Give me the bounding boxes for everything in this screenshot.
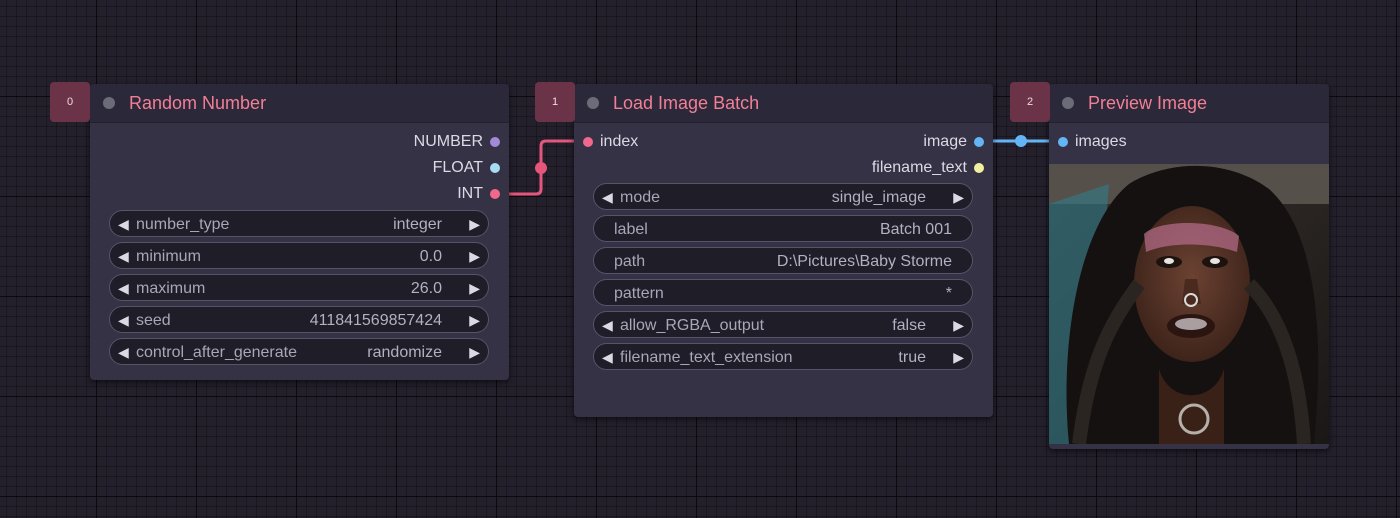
decrement-arrow-icon[interactable]: ◀ bbox=[118, 243, 129, 270]
widget-value: true bbox=[898, 349, 926, 366]
input-images[interactable]: images bbox=[1049, 130, 1127, 154]
node-id-badge: 1 bbox=[535, 82, 575, 122]
widget-value: * bbox=[945, 285, 952, 302]
input-label: images bbox=[1075, 133, 1127, 150]
output-image[interactable]: image bbox=[923, 130, 993, 154]
node-header[interactable]: Load Image Batch bbox=[574, 84, 993, 123]
node-title: Preview Image bbox=[1088, 93, 1208, 113]
decrement-arrow-icon[interactable]: ◀ bbox=[118, 211, 129, 238]
increment-arrow-icon[interactable]: ▶ bbox=[953, 184, 964, 211]
output-slot-icon[interactable] bbox=[490, 163, 500, 173]
collapse-dot-icon[interactable] bbox=[587, 97, 599, 109]
widget-label: minimum bbox=[136, 248, 201, 265]
increment-arrow-icon[interactable]: ▶ bbox=[469, 307, 480, 334]
widget-value: Batch 001 bbox=[879, 221, 952, 238]
widget-value: integer bbox=[393, 216, 442, 233]
collapse-dot-icon[interactable] bbox=[103, 97, 115, 109]
node-title: Random Number bbox=[129, 93, 267, 113]
link-image-midpoint[interactable] bbox=[1015, 135, 1027, 147]
output-label: image bbox=[923, 133, 967, 150]
decrement-arrow-icon[interactable]: ◀ bbox=[602, 312, 613, 339]
increment-arrow-icon[interactable]: ▶ bbox=[469, 243, 480, 270]
output-slot-icon[interactable] bbox=[974, 163, 984, 173]
output-float[interactable]: FLOAT bbox=[433, 156, 509, 180]
link-int-midpoint[interactable] bbox=[535, 162, 547, 174]
portrait-photo-icon bbox=[1049, 164, 1329, 444]
output-int[interactable]: INT bbox=[457, 182, 509, 206]
node-id-badge: 0 bbox=[50, 82, 90, 122]
output-label: FLOAT bbox=[432, 159, 483, 176]
widget-number-type[interactable]: ◀ number_type integer ▶ bbox=[109, 210, 489, 237]
widget-minimum[interactable]: ◀ minimum 0.0 ▶ bbox=[109, 242, 489, 269]
node-random-number[interactable]: Random Number 0 NUMBER FLOAT INT ◀ numbe… bbox=[50, 82, 509, 380]
widget-maximum[interactable]: ◀ maximum 26.0 ▶ bbox=[109, 274, 489, 301]
widget-value: D:\Pictures\Baby Storme bbox=[776, 253, 952, 270]
output-number[interactable]: NUMBER bbox=[414, 130, 509, 154]
output-slot-icon[interactable] bbox=[974, 137, 984, 147]
widget-label: allow_RGBA_output bbox=[620, 317, 765, 334]
widget-value: single_image bbox=[831, 189, 926, 206]
increment-arrow-icon[interactable]: ▶ bbox=[469, 211, 480, 238]
widget-label: path bbox=[614, 253, 646, 270]
increment-arrow-icon[interactable]: ▶ bbox=[469, 339, 480, 366]
widget-value: 0.0 bbox=[419, 248, 442, 265]
input-slot-icon[interactable] bbox=[583, 137, 593, 147]
link-int-to-index[interactable] bbox=[496, 139, 586, 196]
widget-label: mode bbox=[620, 189, 661, 206]
decrement-arrow-icon[interactable]: ◀ bbox=[118, 275, 129, 302]
decrement-arrow-icon[interactable]: ◀ bbox=[118, 339, 129, 366]
node-id-badge: 2 bbox=[1010, 82, 1050, 122]
increment-arrow-icon[interactable]: ▶ bbox=[469, 275, 480, 302]
increment-arrow-icon[interactable]: ▶ bbox=[953, 312, 964, 339]
widget-label: filename_text_extension bbox=[620, 349, 793, 366]
widget-pattern[interactable]: pattern * bbox=[593, 279, 973, 306]
preview-image[interactable] bbox=[1049, 164, 1329, 444]
input-label: index bbox=[600, 133, 639, 150]
input-index[interactable]: index bbox=[574, 130, 638, 154]
widget-allow-rgba-output[interactable]: ◀ allow_RGBA_output false ▶ bbox=[593, 311, 973, 338]
decrement-arrow-icon[interactable]: ◀ bbox=[118, 307, 129, 334]
output-label: filename_text bbox=[871, 159, 967, 176]
decrement-arrow-icon[interactable]: ◀ bbox=[602, 344, 613, 371]
widget-label-field[interactable]: label Batch 001 bbox=[593, 215, 973, 242]
increment-arrow-icon[interactable]: ▶ bbox=[953, 344, 964, 371]
widget-filename-text-extension[interactable]: ◀ filename_text_extension true ▶ bbox=[593, 343, 973, 370]
widget-label: number_type bbox=[136, 216, 230, 233]
widget-label: maximum bbox=[136, 280, 206, 297]
input-slot-icon[interactable] bbox=[1058, 137, 1068, 147]
node-title: Load Image Batch bbox=[613, 93, 760, 113]
output-slot-icon[interactable] bbox=[490, 137, 500, 147]
widget-label: label bbox=[614, 221, 648, 238]
decrement-arrow-icon[interactable]: ◀ bbox=[602, 184, 613, 211]
node-load-image-batch[interactable]: Load Image Batch 1 index image filename_… bbox=[535, 82, 993, 417]
widget-value: false bbox=[892, 317, 926, 334]
node-header[interactable]: Preview Image bbox=[1049, 84, 1329, 123]
widget-value: randomize bbox=[367, 344, 442, 361]
widget-seed[interactable]: ◀ seed 411841569857424 ▶ bbox=[109, 306, 489, 333]
widget-label: seed bbox=[136, 312, 171, 329]
output-label: INT bbox=[457, 185, 483, 202]
widget-control-after-generate[interactable]: ◀ control_after_generate randomize ▶ bbox=[109, 338, 489, 365]
widget-label: control_after_generate bbox=[136, 344, 297, 361]
output-slot-icon[interactable] bbox=[490, 189, 500, 199]
output-filename-text[interactable]: filename_text bbox=[872, 156, 993, 180]
output-label: NUMBER bbox=[413, 133, 483, 150]
widget-label: pattern bbox=[614, 285, 664, 302]
widget-path[interactable]: path D:\Pictures\Baby Storme bbox=[593, 247, 973, 274]
widget-mode[interactable]: ◀ mode single_image ▶ bbox=[593, 183, 973, 210]
node-preview-image[interactable]: Preview Image 2 images bbox=[1010, 82, 1329, 449]
widget-value: 411841569857424 bbox=[309, 312, 442, 329]
node-header[interactable]: Random Number bbox=[90, 84, 509, 123]
collapse-dot-icon[interactable] bbox=[1062, 97, 1074, 109]
widget-value: 26.0 bbox=[410, 280, 442, 297]
